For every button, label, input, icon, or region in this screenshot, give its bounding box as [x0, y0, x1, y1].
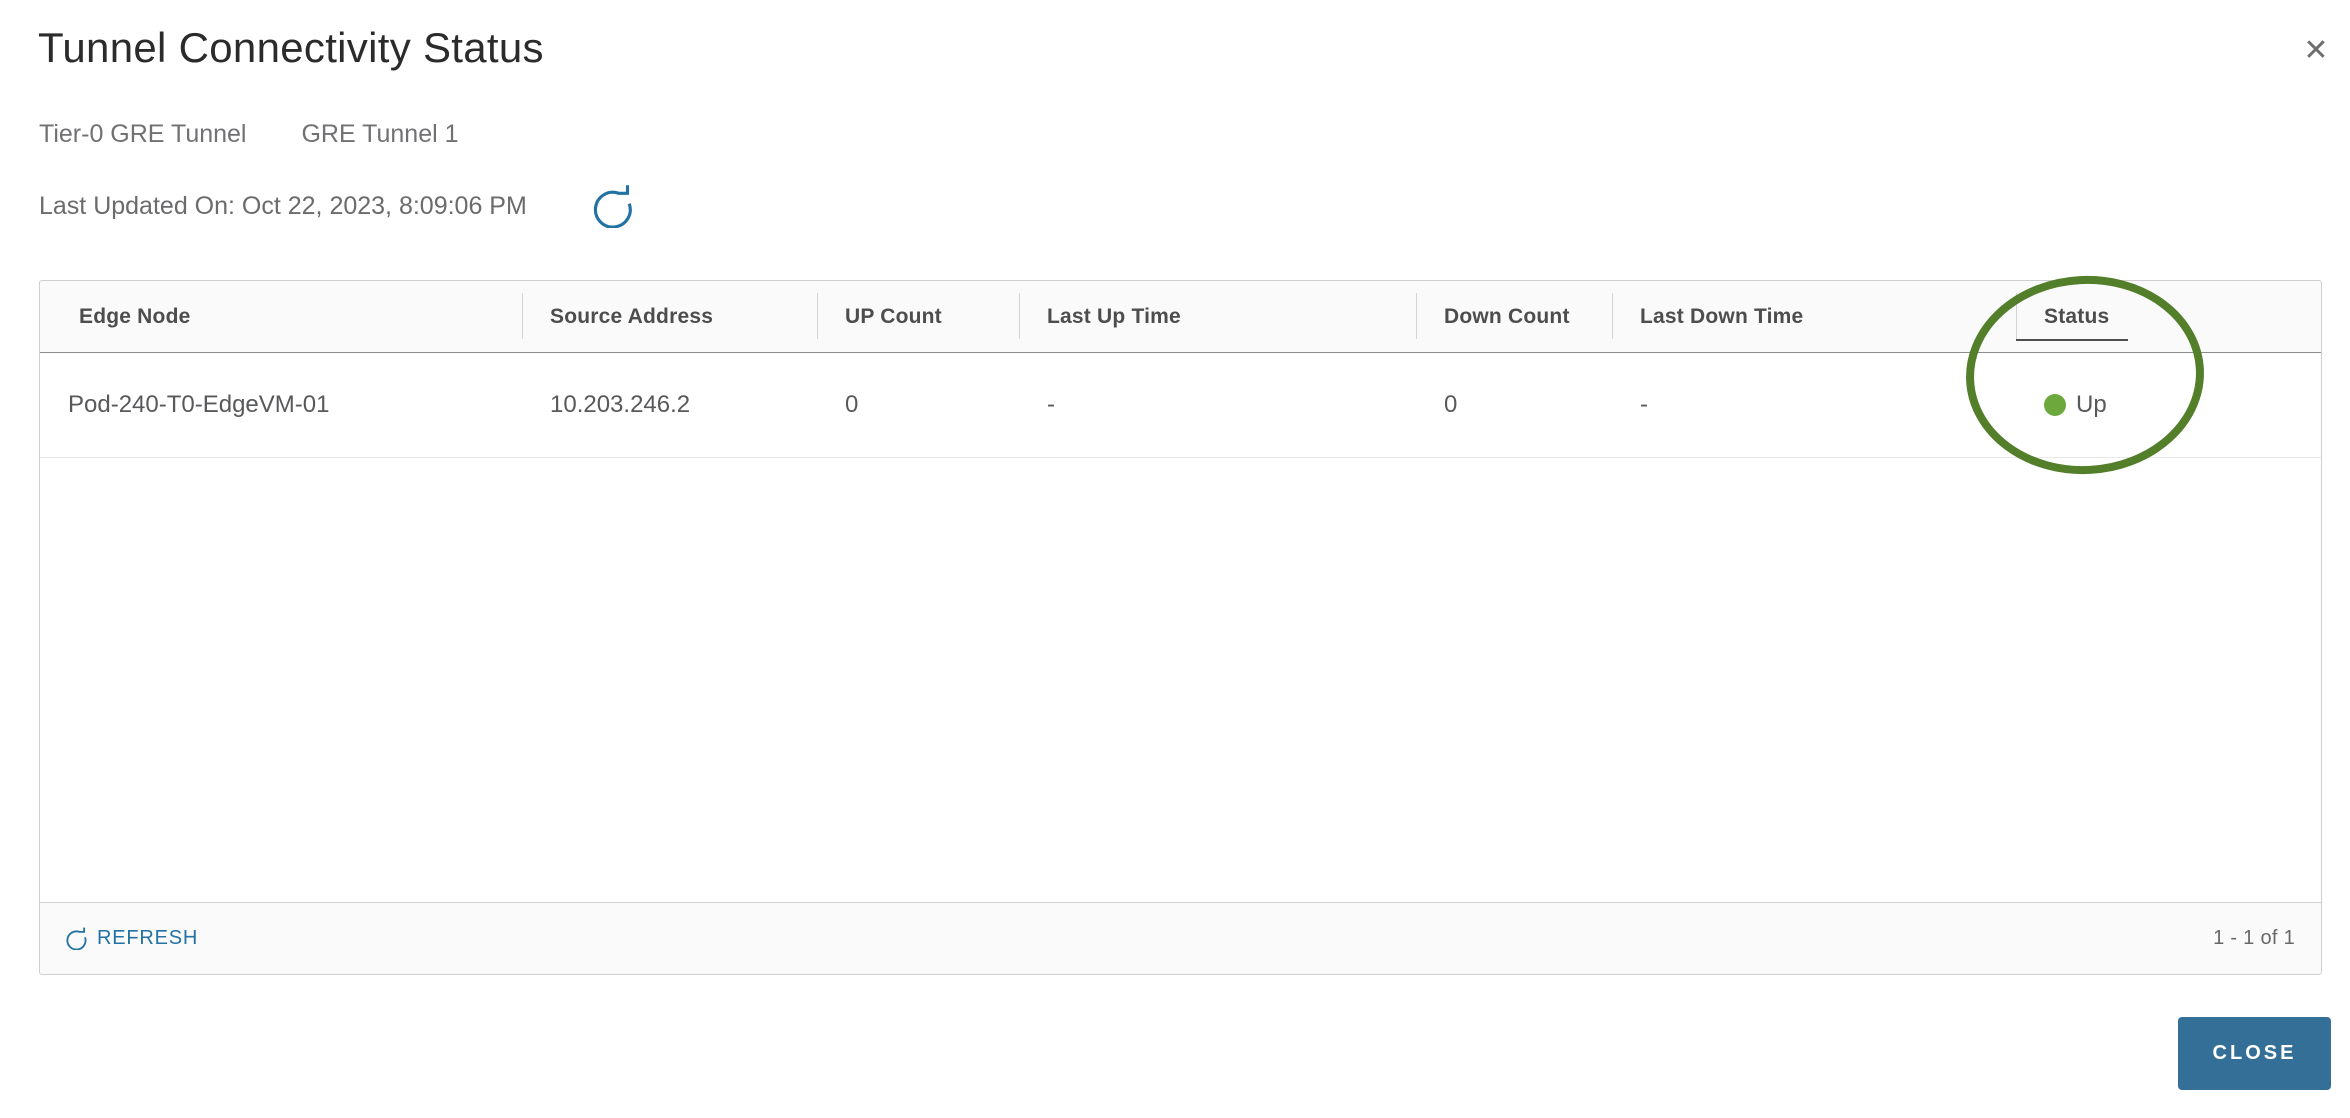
table-footer: REFRESH 1 - 1 of 1 [40, 902, 2321, 974]
tunnel-status-table: Edge Node Source Address UP Count Last U… [39, 280, 2322, 975]
table-header-row: Edge Node Source Address UP Count Last U… [40, 281, 2321, 353]
column-header-last-down-time[interactable]: Last Down Time [1612, 281, 2016, 352]
page-title: Tunnel Connectivity Status [38, 24, 544, 71]
cell-last-down-time: - [1640, 391, 1648, 418]
tunnel-subtitle: Tier-0 GRE Tunnel GRE Tunnel 1 [39, 120, 459, 149]
column-header-up-count[interactable]: UP Count [817, 281, 1019, 352]
close-button[interactable]: CLOSE [2178, 1017, 2331, 1090]
tunnel-type-label: Tier-0 GRE Tunnel [39, 120, 247, 148]
last-updated-label: Last Updated On: Oct 22, 2023, 8:09:06 P… [39, 191, 527, 220]
refresh-icon [64, 927, 87, 950]
status-badge: Up [2076, 391, 2107, 418]
status-up-dot-icon [2044, 394, 2066, 416]
column-header-edge-node[interactable]: Edge Node [40, 281, 522, 352]
refresh-button-label: REFRESH [97, 927, 199, 949]
column-header-down-count[interactable]: Down Count [1416, 281, 1612, 352]
cell-edge-node: Pod-240-T0-EdgeVM-01 [68, 391, 330, 418]
cell-up-count: 0 [845, 391, 859, 418]
close-icon[interactable]: ✕ [2296, 30, 2336, 70]
tunnel-name-label: GRE Tunnel 1 [301, 120, 459, 148]
cell-status: Up [2016, 353, 2321, 457]
column-header-source-address[interactable]: Source Address [522, 281, 817, 352]
pagination-label: 1 - 1 of 1 [2213, 927, 2295, 949]
column-header-last-up-time[interactable]: Last Up Time [1019, 281, 1416, 352]
cell-last-up-time: - [1047, 391, 1055, 418]
refresh-button[interactable]: REFRESH [64, 927, 198, 950]
column-header-status[interactable]: Status [2016, 281, 2321, 352]
table-row: Pod-240-T0-EdgeVM-01 10.203.246.2 0 - 0 … [40, 353, 2321, 458]
refresh-icon[interactable] [589, 184, 633, 228]
last-updated-row: Last Updated On: Oct 22, 2023, 8:09:06 P… [39, 184, 633, 228]
cell-source-address: 10.203.246.2 [550, 391, 691, 418]
cell-down-count: 0 [1444, 391, 1458, 418]
table-empty-area [40, 458, 2321, 902]
status-header-underline [2016, 339, 2128, 341]
